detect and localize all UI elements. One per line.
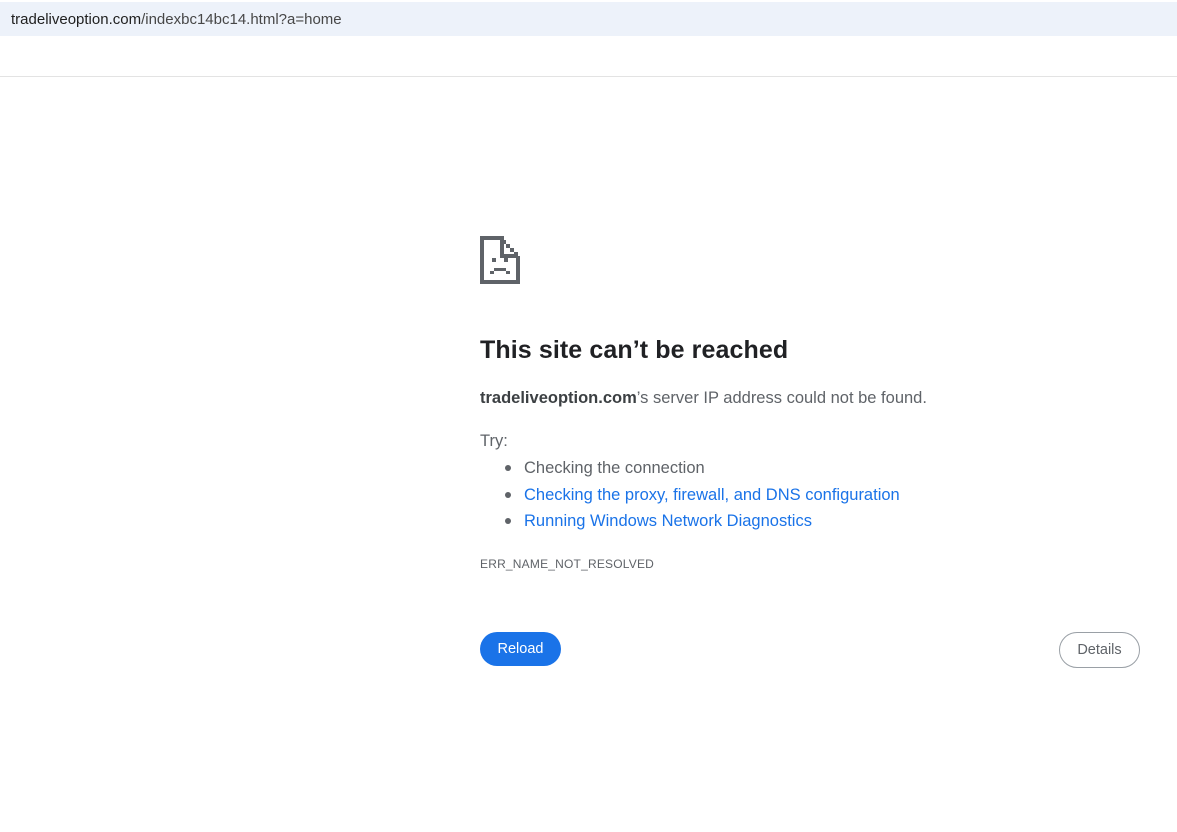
summary-text: ’s server IP address could not be found. — [636, 389, 927, 407]
error-heading: This site can’t be reached — [480, 336, 789, 364]
suggestion-check-connection: Checking the connection — [502, 456, 900, 483]
reload-button[interactable]: Reload — [480, 632, 561, 666]
error-summary: tradeliveoption.com’s server IP address … — [480, 389, 927, 408]
details-button[interactable]: Details — [1059, 632, 1140, 668]
suggestions-list: Checking the connection Checking the pro… — [502, 456, 900, 536]
suggestion-check-proxy-link[interactable]: Checking the proxy, firewall, and DNS co… — [502, 483, 900, 510]
sad-page-icon — [480, 236, 520, 284]
address-bar[interactable]: tradeliveoption.com/indexbc14bc14.html?a… — [0, 2, 1177, 36]
summary-host: tradeliveoption.com — [480, 389, 637, 407]
try-label: Try: — [480, 432, 508, 450]
url-host: tradeliveoption.com — [11, 10, 142, 28]
error-code: ERR_NAME_NOT_RESOLVED — [480, 557, 655, 571]
suggestion-network-diagnostics-link[interactable]: Running Windows Network Diagnostics — [502, 509, 900, 536]
toolbar-divider — [0, 76, 1177, 77]
url-path: /indexbc14bc14.html?a=home — [141, 10, 342, 28]
